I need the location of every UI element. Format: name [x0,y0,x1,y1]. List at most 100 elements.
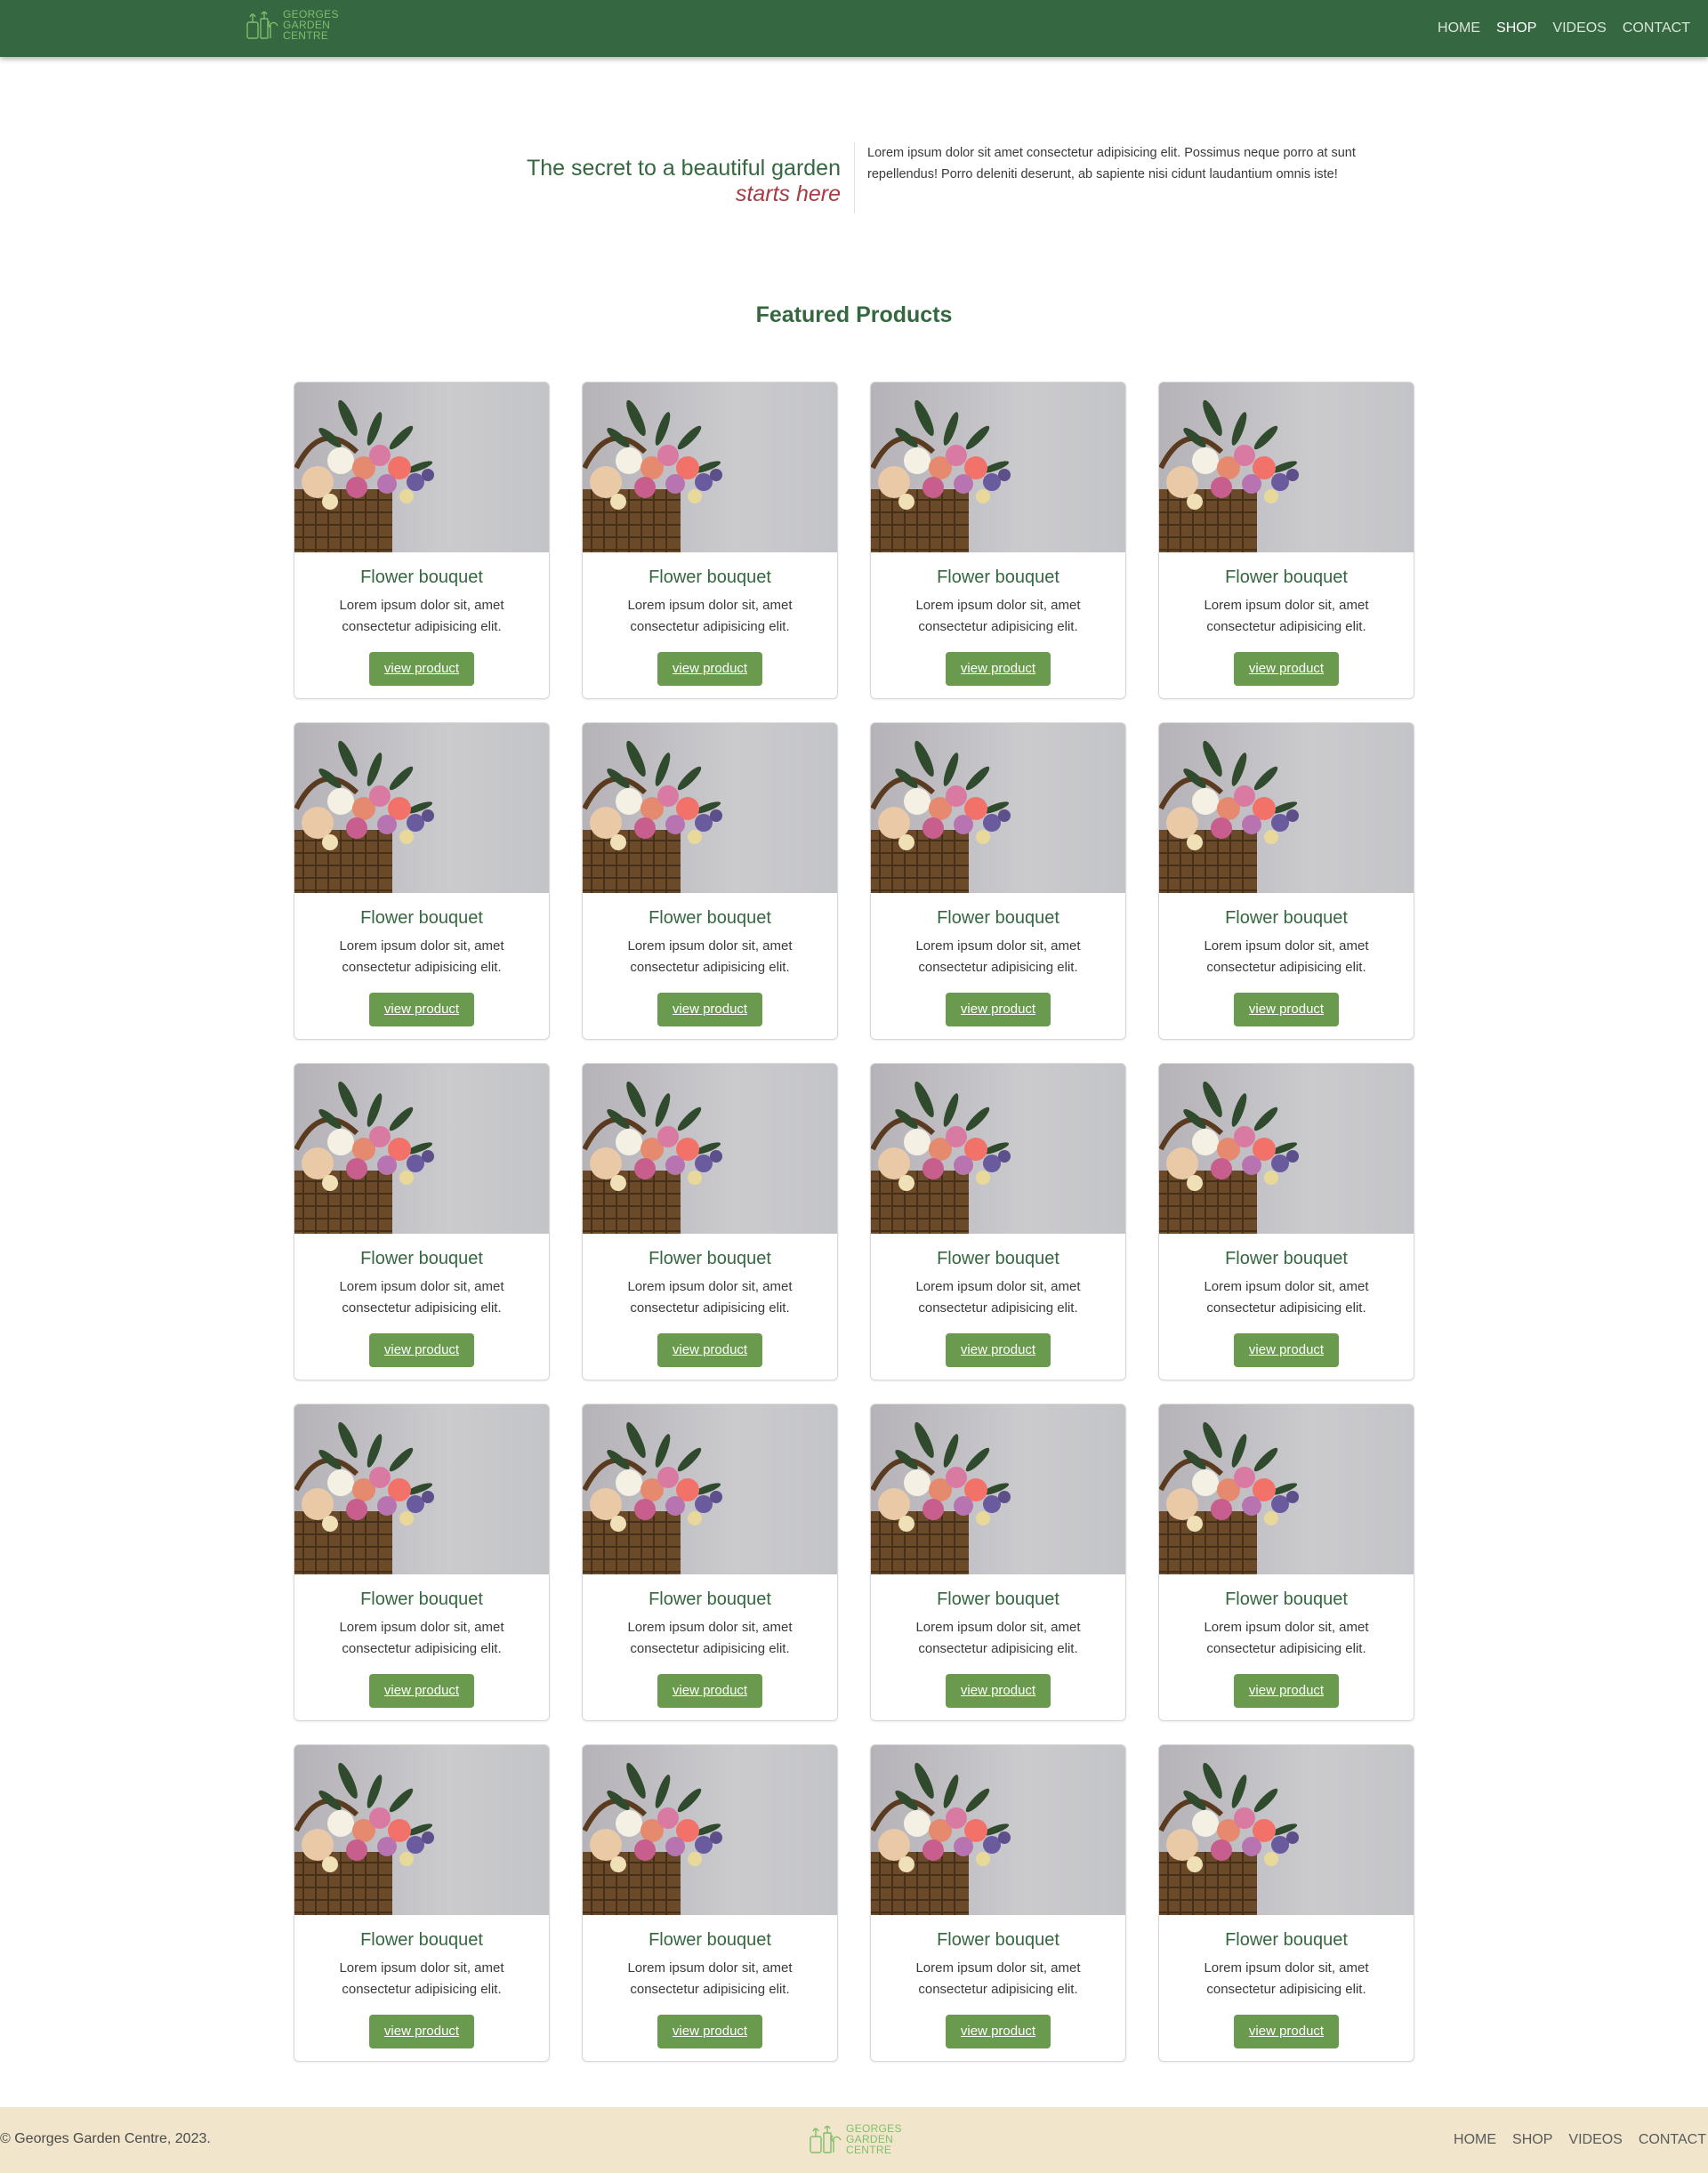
product-title: Flower bouquet [1225,567,1348,587]
product-image[interactable] [583,1745,837,1915]
product-card: Flower bouquet Lorem ipsum dolor sit, am… [582,722,838,1040]
product-title: Flower bouquet [937,1930,1059,1950]
product-title: Flower bouquet [649,567,771,587]
product-image[interactable] [583,382,837,552]
product-image[interactable] [294,723,549,893]
logo-wordmark: GEORGES GARDEN CENTRE [846,2123,902,2155]
product-image[interactable] [871,723,1125,893]
product-card: Flower bouquet Lorem ipsum dolor sit, am… [1158,1744,1414,2062]
product-image[interactable] [583,1064,837,1234]
logo-wordmark: GEORGES GARDEN CENTRE [283,9,339,41]
flower-basket-image [1159,1064,1414,1234]
product-description: Lorem ipsum dolor sit, amet consectetur … [1204,598,1369,634]
product-image[interactable] [871,1064,1125,1234]
view-product-button[interactable]: view product [1234,1674,1339,1708]
product-title: Flower bouquet [1225,1930,1348,1950]
product-card: Flower bouquet Lorem ipsum dolor sit, am… [582,1404,838,1721]
product-image[interactable] [583,723,837,893]
product-description: Lorem ipsum dolor sit, amet consectetur … [1204,938,1369,975]
footer-logo[interactable]: GEORGES GARDEN CENTRE [809,2123,902,2155]
product-image[interactable] [871,1404,1125,1574]
nav-shop[interactable]: SHOP [1496,20,1536,36]
footer-nav-shop[interactable]: SHOP [1512,2132,1552,2148]
flower-basket-image [583,382,837,552]
product-description: Lorem ipsum dolor sit, amet consectetur … [627,938,793,975]
product-card: Flower bouquet Lorem ipsum dolor sit, am… [582,1063,838,1380]
footer-nav-contact[interactable]: CONTACT [1639,2132,1706,2148]
view-product-button[interactable]: view product [657,1674,762,1708]
view-product-button[interactable]: view product [1234,2015,1339,2048]
flower-basket-image [1159,382,1414,552]
view-product-button[interactable]: view product [946,652,1051,686]
view-product-button[interactable]: view product [657,993,762,1026]
view-product-button[interactable]: view product [369,1674,474,1708]
product-title: Flower bouquet [360,908,483,928]
footer: © Georges Garden Centre, 2023. GEORGES G… [0,2107,1708,2173]
flower-basket-image [294,382,549,552]
flower-basket-image [1159,1745,1414,1915]
product-description: Lorem ipsum dolor sit, amet consectetur … [915,1620,1081,1656]
view-product-button[interactable]: view product [1234,652,1339,686]
product-description: Lorem ipsum dolor sit, amet consectetur … [339,938,504,975]
product-title: Flower bouquet [649,908,771,928]
product-image[interactable] [1159,382,1414,552]
product-image[interactable] [294,1064,549,1234]
product-card: Flower bouquet Lorem ipsum dolor sit, am… [1158,1404,1414,1721]
featured-products-title: Featured Products [755,302,953,327]
flower-basket-image [294,1064,549,1234]
nav-contact[interactable]: CONTACT [1623,20,1690,36]
product-card: Flower bouquet Lorem ipsum dolor sit, am… [294,1744,550,2062]
product-image[interactable] [1159,1404,1414,1574]
view-product-button[interactable]: view product [657,1333,762,1367]
product-description: Lorem ipsum dolor sit, amet consectetur … [1204,1960,1369,1997]
view-product-button[interactable]: view product [946,1333,1051,1367]
view-product-button[interactable]: view product [1234,1333,1339,1367]
footer-nav-home[interactable]: HOME [1454,2132,1496,2148]
view-product-button[interactable]: view product [946,2015,1051,2048]
view-product-button[interactable]: view product [369,2015,474,2048]
view-product-button[interactable]: view product [1234,993,1339,1026]
hero-section: The secret to a beautiful garden starts … [0,142,1708,213]
product-card: Flower bouquet Lorem ipsum dolor sit, am… [1158,1063,1414,1380]
view-product-button[interactable]: view product [657,652,762,686]
product-image[interactable] [294,382,549,552]
flower-basket-image [871,723,1125,893]
product-image[interactable] [1159,723,1414,893]
product-card: Flower bouquet Lorem ipsum dolor sit, am… [1158,382,1414,699]
hero-subtitle: starts here [735,181,841,206]
product-description: Lorem ipsum dolor sit, amet consectetur … [1204,1620,1369,1656]
footer-copyright: © Georges Garden Centre, 2023. [0,2131,211,2146]
product-description: Lorem ipsum dolor sit, amet consectetur … [339,598,504,634]
view-product-button[interactable]: view product [657,2015,762,2048]
flower-basket-image [1159,1404,1414,1574]
view-product-button[interactable]: view product [946,1674,1051,1708]
view-product-button[interactable]: view product [369,1333,474,1367]
product-card: Flower bouquet Lorem ipsum dolor sit, am… [582,382,838,699]
footer-nav-videos[interactable]: VIDEOS [1568,2132,1622,2148]
nav-home[interactable]: HOME [1438,20,1480,36]
view-product-button[interactable]: view product [369,993,474,1026]
header-logo[interactable]: GEORGES GARDEN CENTRE [246,9,339,41]
hero-heading: The secret to a beautiful garden starts … [527,155,841,206]
product-title: Flower bouquet [937,1249,1059,1268]
product-image[interactable] [871,1745,1125,1915]
nav-videos[interactable]: VIDEOS [1552,20,1606,36]
product-title: Flower bouquet [360,1590,483,1609]
product-image[interactable] [871,382,1125,552]
product-card: Flower bouquet Lorem ipsum dolor sit, am… [582,1744,838,2062]
view-product-button[interactable]: view product [369,652,474,686]
flower-basket-image [1159,723,1414,893]
flower-basket-image [583,1404,837,1574]
product-image[interactable] [583,1404,837,1574]
footer-nav: HOME SHOP VIDEOS CONTACT [1454,2107,1706,2173]
product-image[interactable] [1159,1064,1414,1234]
product-image[interactable] [294,1745,549,1915]
product-description: Lorem ipsum dolor sit, amet consectetur … [627,1279,793,1316]
product-description: Lorem ipsum dolor sit, amet consectetur … [1204,1279,1369,1316]
view-product-button[interactable]: view product [946,993,1051,1026]
product-title: Flower bouquet [360,1930,483,1950]
hero-paragraph: Lorem ipsum dolor sit amet consectetur a… [867,146,1356,181]
product-image[interactable] [294,1404,549,1574]
product-image[interactable] [1159,1745,1414,1915]
product-description: Lorem ipsum dolor sit, amet consectetur … [915,938,1081,975]
